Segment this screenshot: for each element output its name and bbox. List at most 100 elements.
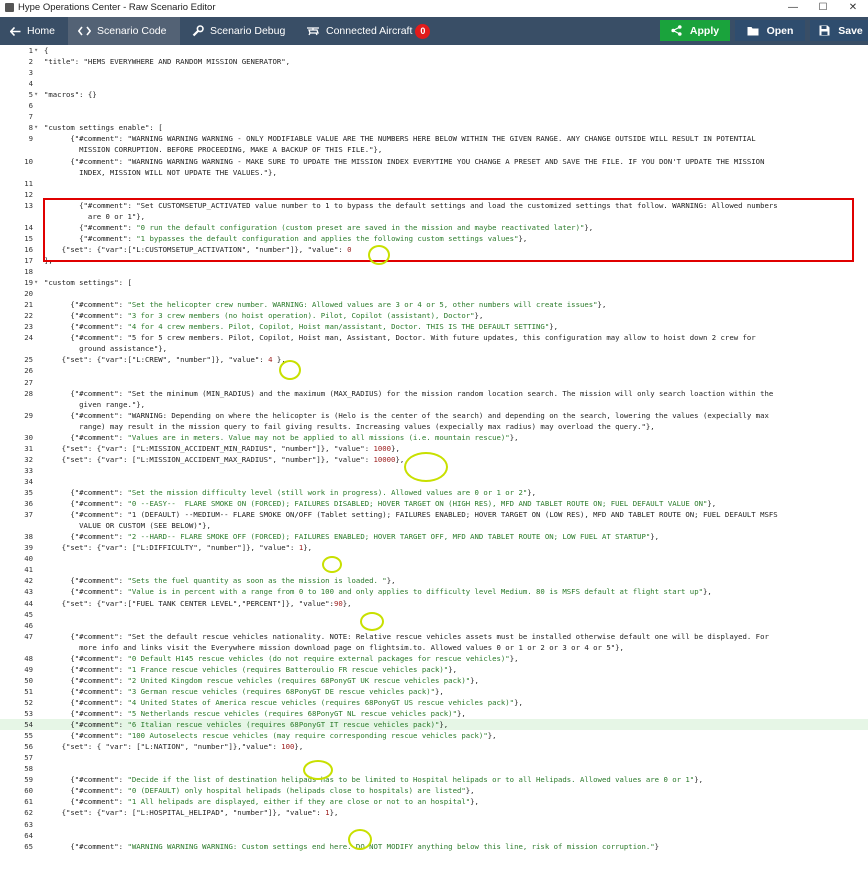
line-number: 33 [24, 465, 33, 475]
line-number: 31 [24, 443, 33, 453]
open-button-label: Open [766, 24, 794, 37]
code-text: "custom settings enable": [ [44, 123, 163, 133]
code-line[interactable]: 53 {"#comment": "5 Netherlands rescue ve… [0, 708, 868, 719]
code-line[interactable]: 6 [0, 100, 868, 111]
code-line[interactable]: 56 {"set": { "var": ["L:NATION", "number… [0, 741, 868, 752]
code-line[interactable]: given range."}, [0, 399, 868, 410]
tab-connected-aircraft-label: Connected Aircraft [326, 25, 413, 37]
tab-home[interactable]: Home [0, 17, 68, 45]
code-line[interactable]: 49 {"#comment": "1 France rescue vehicle… [0, 664, 868, 675]
code-text: {"#comment": "WARNING WARNING WARNING - … [44, 134, 756, 144]
code-line[interactable]: 19 ▾ "custom settings": [ [0, 277, 868, 288]
code-line[interactable]: 8 ▾ "custom settings enable": [ [0, 122, 868, 133]
fold-toggle-icon[interactable]: ▾ [34, 277, 38, 288]
minimize-button[interactable]: — [778, 0, 808, 16]
code-line[interactable]: 25 {"set": {"var":["L:CREW", "number"]},… [0, 354, 868, 365]
highlight-circle [404, 452, 448, 482]
code-line[interactable]: 41 [0, 564, 868, 575]
code-line[interactable]: 60 {"#comment": "0 (DEFAULT) only hospit… [0, 785, 868, 796]
code-line[interactable]: VALUE OR CUSTOM (SEE BELOW)"}, [0, 520, 868, 531]
code-line[interactable]: 10 {"#comment": "WARNING WARNING WARNING… [0, 156, 868, 167]
line-number: 61 [24, 797, 33, 807]
code-line[interactable]: 37 {"#comment": "1 (DEFAULT) --MEDIUM-- … [0, 509, 868, 520]
code-line[interactable]: 52 {"#comment": "4 United States of Amer… [0, 697, 868, 708]
code-line[interactable]: 55 {"#comment": "100 Autoselects rescue … [0, 730, 868, 741]
code-line[interactable]: 38 {"#comment": "2 --HARD-- FLARE SMOKE … [0, 531, 868, 542]
code-line[interactable]: 35 {"#comment": "Set the mission difficu… [0, 487, 868, 498]
tab-connected-aircraft[interactable]: Connected Aircraft 0 [290, 17, 440, 45]
code-line[interactable]: 21 {"#comment": "Set the helicopter crew… [0, 299, 868, 310]
line-number: 18 [24, 267, 33, 276]
code-text: {"#comment": "1 All helipads are display… [44, 797, 479, 807]
code-line[interactable]: 11 [0, 178, 868, 189]
code-line[interactable]: 54 {"#comment": "6 Italian rescue vehicl… [0, 719, 868, 731]
code-line[interactable]: 27 [0, 377, 868, 388]
code-line[interactable]: ground assistance"}, [0, 343, 868, 354]
code-line[interactable]: 22 {"#comment": "3 for 3 crew members (n… [0, 310, 868, 321]
code-line[interactable]: 61 {"#comment": "1 All helipads are disp… [0, 796, 868, 807]
code-line[interactable]: 36 {"#comment": "0 --EASY-- FLARE SMOKE … [0, 498, 868, 509]
line-number: 16 [24, 244, 33, 254]
code-line[interactable]: 64 [0, 830, 868, 841]
line-number: 4 [28, 79, 33, 89]
code-line[interactable]: range) may result in the mission query t… [0, 421, 868, 432]
line-number: 25 [24, 355, 33, 365]
fold-toggle-icon[interactable]: ▾ [34, 89, 38, 100]
code-line[interactable]: 42 {"#comment": "Sets the fuel quantity … [0, 575, 868, 586]
code-text: {"#comment": "0 Default H145 rescue vehi… [44, 653, 519, 663]
code-text: {"#comment": "5 for 5 crew members. Pilo… [44, 333, 756, 343]
fold-toggle-icon[interactable]: ▾ [34, 45, 38, 56]
code-line[interactable]: 28 {"#comment": "Set the minimum (MIN_RA… [0, 388, 868, 399]
code-line[interactable]: MISSION CORRUPTION. BEFORE PROCEEDING, M… [0, 144, 868, 155]
code-line[interactable]: 44 {"set": {"var":["FUEL TANK CENTER LEV… [0, 598, 868, 609]
line-number: 40 [24, 554, 33, 564]
tab-scenario-code[interactable]: Scenario Code [68, 17, 180, 45]
code-line[interactable]: INDEX, MISSION WILL NOT UPDATE THE VALUE… [0, 167, 868, 178]
code-line[interactable]: 45 [0, 609, 868, 620]
code-line[interactable]: 23 {"#comment": "4 for 4 crew members. P… [0, 321, 868, 332]
code-text: {"set": { "var": ["L:NATION", "number"]}… [44, 742, 304, 752]
save-button[interactable]: Save [810, 20, 868, 41]
code-line[interactable]: 18 [0, 266, 868, 277]
code-line[interactable]: 46 [0, 620, 868, 631]
code-line[interactable]: 39 {"set": {"var": ["L:DIFFICULTY", "num… [0, 542, 868, 553]
code-line[interactable]: 62 {"set": {"var": ["L:HOSPITAL_HELIPAD"… [0, 807, 868, 818]
code-line[interactable]: 40 [0, 553, 868, 564]
line-number: 62 [24, 808, 33, 818]
code-line[interactable]: 43 {"#comment": "Value is in percent wit… [0, 586, 868, 597]
code-line[interactable]: 9 {"#comment": "WARNING WARNING WARNING … [0, 133, 868, 144]
code-line[interactable]: 4 [0, 78, 868, 89]
code-line[interactable]: 30 {"#comment": "Values are in meters. V… [0, 432, 868, 443]
apply-button[interactable]: Apply [660, 20, 730, 41]
code-line[interactable]: 1 ▾ { [0, 45, 868, 56]
code-line[interactable]: more info and links visit the Everywhere… [0, 642, 868, 653]
code-line[interactable]: 51 {"#comment": "3 German rescue vehicle… [0, 686, 868, 697]
maximize-button[interactable]: ☐ [808, 0, 838, 16]
code-line[interactable]: 57 [0, 752, 868, 763]
code-text: {"#comment": "Set the helicopter crew nu… [44, 300, 607, 310]
code-line[interactable]: 24 {"#comment": "5 for 5 crew members. P… [0, 332, 868, 343]
code-line[interactable]: 47 {"#comment": "Set the default rescue … [0, 631, 868, 642]
code-line[interactable]: 65 {"#comment": "WARNING WARNING WARNING… [0, 841, 868, 852]
code-line[interactable]: 48 {"#comment": "0 Default H145 rescue v… [0, 653, 868, 664]
code-text: {"#comment": "2 United Kingdom rescue ve… [44, 675, 479, 685]
code-line[interactable]: 5 ▾ "macros": {} [0, 89, 868, 100]
code-line[interactable]: 26 [0, 365, 868, 376]
code-line[interactable]: 7 [0, 111, 868, 122]
code-line[interactable]: 59 {"#comment": "Decide if the list of d… [0, 774, 868, 785]
code-line[interactable]: 63 [0, 819, 868, 830]
tab-scenario-debug[interactable]: Scenario Debug [180, 17, 290, 45]
code-line[interactable]: 50 {"#comment": "2 United Kingdom rescue… [0, 675, 868, 686]
fold-toggle-icon[interactable]: ▾ [34, 122, 38, 133]
code-line[interactable]: 20 [0, 288, 868, 299]
highlight-circle [279, 360, 301, 380]
code-line[interactable]: 3 [0, 67, 868, 78]
code-line[interactable]: 2 "title": "HEMS EVERYWHERE AND RANDOM MI… [0, 56, 868, 67]
line-number: 58 [24, 764, 33, 774]
line-number: 60 [24, 786, 33, 796]
open-button[interactable]: Open [735, 20, 805, 41]
close-button[interactable]: ✕ [838, 0, 868, 16]
share-icon [671, 25, 682, 36]
code-line[interactable]: 29 {"#comment": "WARNING: Depending on w… [0, 410, 868, 421]
code-line[interactable]: 58 [0, 763, 868, 774]
